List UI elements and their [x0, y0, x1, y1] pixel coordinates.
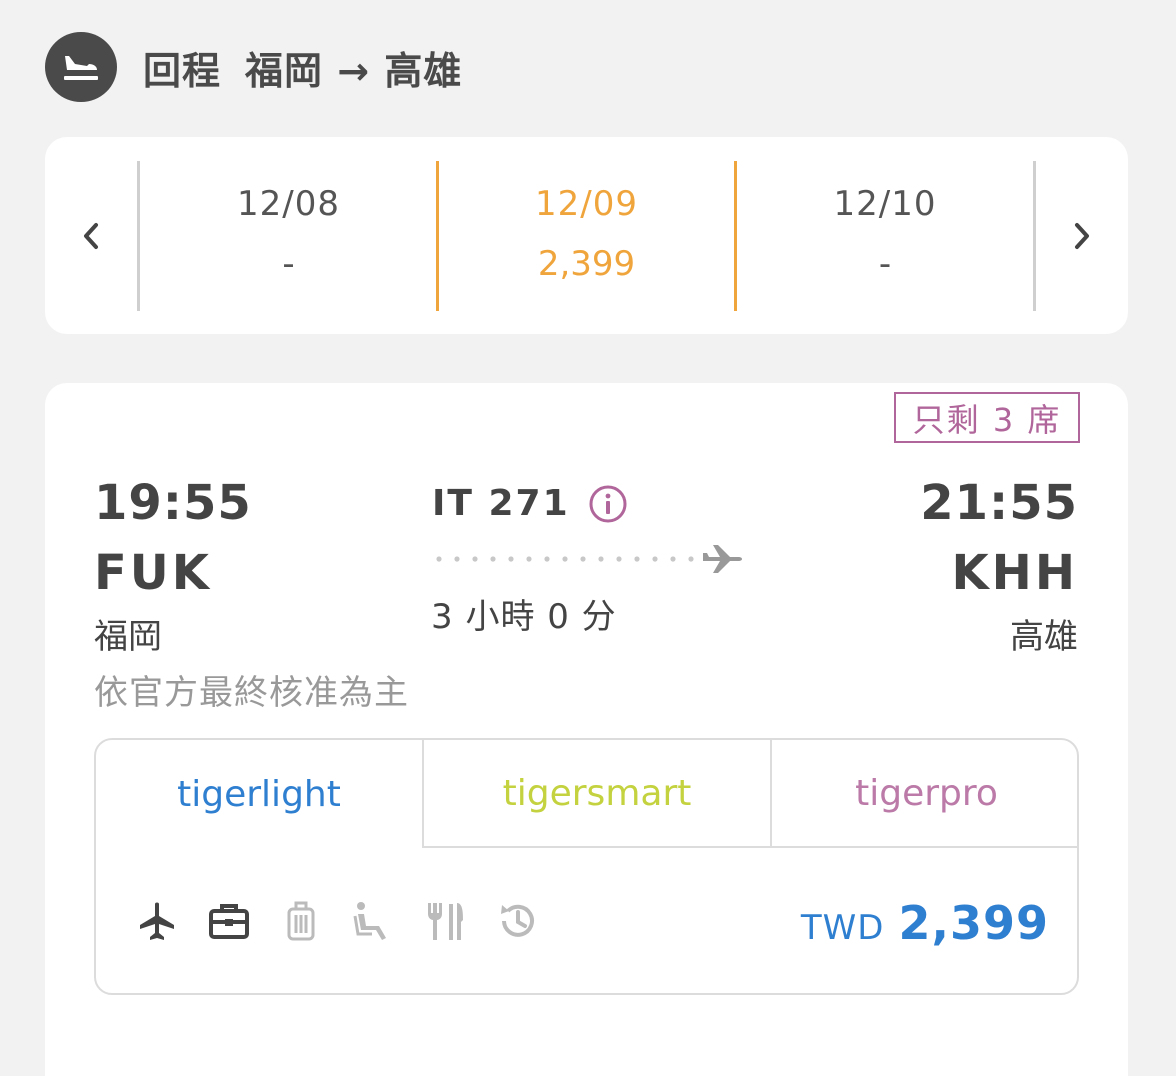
date-price: -	[878, 244, 892, 284]
flight-card: 只剩 3 席 19:55 FUK 福岡 IT 271 3 小時 0 分 21:5…	[45, 383, 1128, 1076]
disclaimer-note: 依官方最終核准為主	[94, 673, 409, 713]
currency-label: TWD	[800, 908, 885, 948]
flight-number: IT 271	[432, 483, 628, 524]
date-price: -	[282, 244, 295, 284]
date-label: 12/08	[237, 184, 340, 224]
info-icon[interactable]	[588, 484, 628, 524]
date-selector: 12/08 - 12/09 2,399 12/10 -	[45, 137, 1128, 334]
date-label: 12/10	[833, 184, 937, 224]
plane-icon	[136, 900, 178, 942]
history-icon	[496, 900, 538, 942]
amenity-list	[136, 900, 538, 942]
arrive-code: KHH	[951, 545, 1078, 601]
date-label: 12/09	[535, 184, 638, 224]
date-cell-1[interactable]: 12/08 -	[140, 161, 437, 311]
section-header: 回程 福岡 → 高雄	[45, 32, 462, 102]
seats-left-badge: 只剩 3 席	[894, 392, 1080, 443]
date-price: 2,399	[537, 244, 636, 284]
meal-icon	[424, 900, 466, 942]
depart-city: 福岡	[94, 617, 162, 657]
fare-price: TWD 2,399	[801, 896, 1049, 950]
flight-duration: 3 小時 0 分	[431, 597, 617, 637]
arrive-time: 21:55	[920, 475, 1078, 531]
date-cell-3[interactable]: 12/10 -	[737, 161, 1033, 311]
flight-number-label: IT 271	[432, 483, 570, 524]
tab-tigerlight[interactable]: tigerlight	[96, 740, 422, 848]
route-label: 福岡 → 高雄	[245, 48, 463, 93]
depart-time: 19:55	[94, 475, 252, 531]
chevron-right-icon	[1075, 222, 1089, 249]
tab-tigersmart[interactable]: tigersmart	[422, 740, 770, 848]
prev-date-button[interactable]	[45, 137, 137, 334]
date-cell-2-active[interactable]: 12/09 2,399	[439, 161, 734, 311]
chevron-left-icon	[84, 222, 98, 249]
next-date-button[interactable]	[1036, 137, 1128, 334]
price-amount: 2,399	[898, 896, 1049, 950]
route-line	[436, 545, 742, 573]
arrive-city: 高雄	[1010, 617, 1078, 657]
tab-tigerpro[interactable]: tigerpro	[770, 740, 1077, 848]
depart-code: FUK	[94, 545, 212, 601]
flight-landing-icon	[45, 32, 117, 102]
fare-options: tigerlight tigersmart tigerpro TWD 2,399	[94, 738, 1079, 995]
trip-type-label: 回程	[143, 48, 222, 93]
seat-icon	[352, 900, 394, 942]
luggage-icon	[280, 900, 322, 942]
briefcase-icon	[208, 900, 250, 942]
plane-icon	[703, 545, 742, 573]
